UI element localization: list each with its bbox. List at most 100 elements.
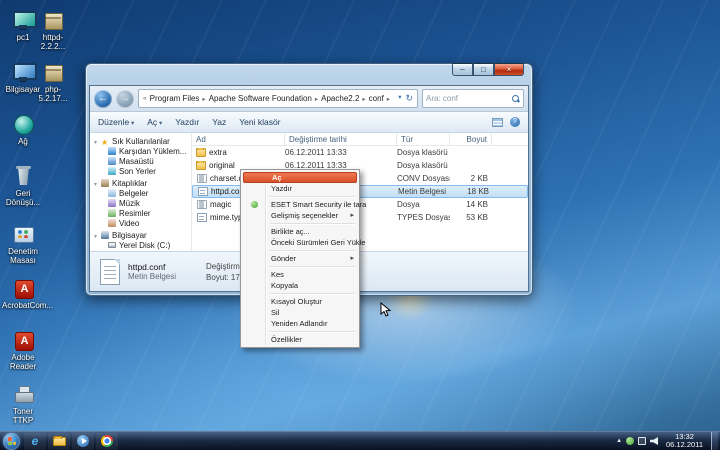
breadcrumb-separator-icon: ▸	[202, 95, 205, 103]
desktop-icon-php-installer[interactable]: php-5.2.17...	[32, 60, 74, 103]
menu-item-copy[interactable]: Kopyala	[243, 280, 357, 291]
search-icon[interactable]	[512, 95, 520, 103]
volume-tray-icon[interactable]	[650, 437, 658, 445]
sidebar-item-local-disk-c[interactable]: Yerel Disk (C:)	[94, 241, 191, 251]
expander-icon[interactable]: ▾	[94, 138, 101, 147]
clock-date: 06.12.2011	[666, 441, 703, 450]
back-button[interactable]: ←	[94, 90, 112, 108]
taskbar-button-internet-explorer[interactable]: e	[24, 433, 46, 450]
desktop-icon-httpd-installer[interactable]: httpd-2.2.2...	[32, 8, 74, 51]
menu-item-advanced-options[interactable]: Gelişmiş seçenekler	[243, 210, 357, 221]
menu-item-properties[interactable]: Özellikler	[243, 334, 357, 345]
menu-separator	[270, 293, 355, 294]
column-header-date-modified[interactable]: Değiştirme tarihi	[285, 133, 397, 146]
search-input[interactable]	[426, 94, 508, 103]
sidebar-item-label: Karşıdan Yüklem...	[119, 147, 186, 156]
favorites-star-icon	[101, 138, 109, 146]
address-bar[interactable]: « Program Files▸ Apache Software Foundat…	[138, 89, 418, 108]
control-panel-icon	[11, 222, 35, 246]
desktop-icon	[108, 157, 116, 165]
video-icon	[108, 219, 116, 227]
menu-item-create-shortcut[interactable]: Kısayol Oluştur	[243, 296, 357, 307]
organize-menu-button[interactable]: Düzenle	[98, 117, 134, 127]
sidebar-item-recent-places[interactable]: Son Yerler	[94, 167, 191, 177]
documents-icon	[108, 189, 116, 197]
menu-item-rename[interactable]: Yeniden Adlandır	[243, 318, 357, 329]
desktop-icon-label: Geri Dönüşü...	[2, 189, 44, 207]
details-file-type: Metin Belgesi	[128, 272, 176, 281]
show-desktop-button[interactable]	[711, 432, 718, 450]
print-button[interactable]: Yazdır	[175, 117, 199, 127]
text-document-icon	[100, 259, 120, 285]
breadcrumb-apache22[interactable]: Apache2.2	[320, 94, 360, 103]
sidebar-group-libraries[interactable]: ▾Kitaplıklar	[94, 179, 191, 189]
desktop-icon-control-panel[interactable]: Denetim Masası	[2, 222, 44, 265]
minimize-button[interactable]: –	[452, 63, 473, 76]
taskbar: e ▲ 13:32 06.12.2011	[0, 431, 720, 450]
sidebar-group-favorites[interactable]: ▾ Sık Kullanılanlar	[94, 137, 191, 147]
expander-icon[interactable]: ▾	[94, 232, 101, 241]
forward-button[interactable]: →	[116, 90, 134, 108]
menu-separator	[270, 250, 355, 251]
breadcrumb-overflow-chevron[interactable]: «	[143, 95, 147, 102]
start-button[interactable]	[3, 433, 20, 450]
menu-item-print[interactable]: Yazdır	[243, 183, 357, 194]
taskbar-button-chrome[interactable]	[96, 433, 118, 450]
taskbar-button-windows-explorer[interactable]	[48, 433, 70, 450]
menu-item-delete[interactable]: Sil	[243, 307, 357, 318]
file-type: Dosya klasörü	[397, 161, 450, 170]
desktop-icon-adobe-reader[interactable]: Adobe Reader	[2, 328, 44, 371]
menu-separator	[270, 223, 355, 224]
sidebar-item-downloads[interactable]: Karşıdan Yüklem...	[94, 147, 191, 157]
change-view-icon[interactable]	[492, 118, 503, 127]
sidebar-item-documents[interactable]: Belgeler	[94, 189, 191, 199]
menu-item-send-to[interactable]: Gönder	[243, 253, 357, 264]
address-dropdown-icon[interactable]: ▾	[398, 93, 401, 104]
pictures-icon	[108, 209, 116, 217]
menu-item-eset-scan[interactable]: ESET Smart Security ile tara	[243, 199, 357, 210]
new-folder-button[interactable]: Yeni klasör	[239, 117, 280, 127]
taskbar-button-media-player[interactable]	[72, 433, 94, 450]
close-button[interactable]: ×	[494, 63, 524, 76]
eset-tray-icon[interactable]	[626, 437, 634, 445]
sidebar-item-music[interactable]: Müzik	[94, 199, 191, 209]
column-header-type[interactable]: Tür	[397, 133, 450, 146]
help-icon[interactable]: ?	[510, 117, 520, 127]
column-header-name[interactable]: Ad	[192, 133, 285, 146]
breadcrumb-conf[interactable]: conf	[368, 94, 385, 103]
breadcrumb-apache-software-foundation[interactable]: Apache Software Foundation	[208, 94, 313, 103]
sidebar-item-pictures[interactable]: Resimler	[94, 209, 191, 219]
desktop-icon-acrobat[interactable]: AcrobatCom...	[2, 276, 44, 310]
open-menu-button[interactable]: Aç	[147, 117, 162, 127]
refresh-icon[interactable]: ↻	[405, 93, 413, 104]
taskbar-clock[interactable]: 13:32 06.12.2011	[662, 433, 707, 450]
burn-button[interactable]: Yaz	[212, 117, 226, 127]
breadcrumb-program-files[interactable]: Program Files	[149, 94, 201, 103]
file-size: 53 KB	[450, 213, 492, 222]
search-box[interactable]	[422, 89, 524, 108]
menu-item-restore-previous-versions[interactable]: Önceki Sürümleri Geri Yükle	[243, 237, 357, 248]
hidden-icons-arrow-icon[interactable]: ▲	[616, 438, 622, 444]
recycle-bin-icon	[11, 164, 35, 188]
file-type: TYPES Dosyası	[397, 213, 450, 222]
recent-places-icon	[108, 167, 116, 175]
sidebar-item-label: Yerel Disk (C:)	[119, 241, 170, 250]
desktop-icon-toner[interactable]: Toner TTKP	[2, 382, 44, 425]
chrome-icon	[101, 435, 113, 447]
sidebar-item-desktop[interactable]: Masaüstü	[94, 157, 191, 167]
desktop-icon-network[interactable]: Ağ	[2, 112, 44, 146]
expander-icon[interactable]: ▾	[94, 180, 101, 189]
desktop-icon-recycle-bin[interactable]: Geri Dönüşü...	[2, 164, 44, 207]
maximize-button[interactable]: □	[473, 63, 494, 76]
menu-item-open-with[interactable]: Birlikte aç...	[243, 226, 357, 237]
file-row-extra[interactable]: extra 06.12.2011 13:33 Dosya klasörü	[192, 146, 528, 159]
sidebar-group-label: Sık Kullanılanlar	[112, 137, 170, 146]
file-name: extra	[209, 148, 227, 157]
sidebar-item-video[interactable]: Video	[94, 219, 191, 229]
sidebar-group-computer[interactable]: ▾Bilgisayar	[94, 231, 191, 241]
menu-item-open[interactable]: Aç	[243, 172, 357, 183]
menu-item-cut[interactable]: Kes	[243, 269, 357, 280]
network-tray-icon[interactable]	[638, 437, 646, 445]
column-header-size[interactable]: Boyut	[450, 133, 492, 146]
menu-separator	[270, 196, 355, 197]
